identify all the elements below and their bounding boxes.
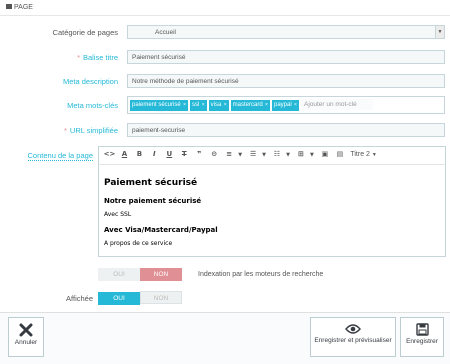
keyword-tag[interactable]: visa × [208,100,229,111]
chevron-down-icon[interactable]: ▼ [284,152,293,158]
content-paragraph: A propos de ce service [104,240,173,247]
save-icon [415,323,429,336]
page-icon [6,4,12,9]
eye-icon [345,324,361,334]
bullet-list-icon[interactable]: ☰ [247,150,260,158]
keyword-input[interactable]: Ajouter un mot-clé [300,99,373,110]
save-button[interactable]: Enregistrer [400,317,444,357]
display-toggle[interactable]: OUI NON [98,291,183,305]
panel-title: PAGE [14,4,33,11]
numbered-list-icon[interactable]: ☷ [271,150,284,158]
format-select[interactable]: Titre 2 ▼ [350,151,376,158]
bold-icon[interactable]: B [133,150,146,158]
keyword-tag[interactable]: paypal × [271,100,299,111]
keyword-tag[interactable]: paiement sécurisé × [130,100,189,111]
content-heading-3: Avec Visa/Mastercard/Paypal [104,226,218,234]
meta-keywords-field[interactable]: paiement sécurisé × ssl × visa × mastercard… [127,96,445,114]
url-label: * URL simplifiée [64,126,118,135]
indexation-help: Indexation par les moteurs de recherche [198,271,324,278]
underline-icon[interactable]: U [163,150,176,158]
display-no[interactable]: NON [140,291,182,304]
remove-tag-icon[interactable]: × [200,102,205,108]
indexation-toggle[interactable]: OUI NON [98,268,183,281]
rich-text-editor[interactable]: <> A B I U T ❞ ⊝ ≡ ▼ ☰ ▼ ☷ ▼ ⊞ ▼ ▣ ▤ Titre 2… [98,146,446,257]
remove-tag-icon[interactable]: × [222,102,227,108]
indexation-no[interactable]: NON [140,268,182,281]
indexation-yes[interactable]: OUI [98,268,140,281]
required-marker: * [64,126,67,135]
close-icon [19,323,33,337]
content-paragraph: Avec SSL [104,211,132,218]
form-footer: Annuler Enregistrer et prévisualiser Enr… [0,312,450,364]
source-code-icon[interactable]: <> [103,150,116,158]
save-and-preview-button[interactable]: Enregistrer et prévisualiser [310,317,396,357]
required-marker: * [77,53,80,62]
keyword-tag[interactable]: mastercard × [230,100,270,111]
editor-toolbar: <> A B I U T ❞ ⊝ ≡ ▼ ☰ ▼ ☷ ▼ ⊞ ▼ ▣ ▤ Titre 2… [99,147,445,165]
remove-tag-icon[interactable]: × [293,102,297,108]
meta-description-label: Meta description [62,77,118,86]
content-heading-1: Paiement sécurisé [104,178,198,188]
keyword-tag[interactable]: ssl × [190,100,207,111]
category-select[interactable]: Accueil ▼ [127,25,445,39]
blockquote-icon[interactable]: ❞ [193,150,206,158]
category-value: Accueil [155,29,176,36]
url-input[interactable]: paiement-securise [127,123,445,137]
cancel-button[interactable]: Annuler [8,317,44,357]
link-icon[interactable]: ⊝ [208,150,221,158]
meta-description-input[interactable]: Notre méthode de paiement sécurisé [127,74,445,88]
title-input[interactable]: Paiement sécurisé [127,50,445,64]
meta-keywords-label: Meta mots-clés [67,101,118,110]
content-heading-3: Notre paiement sécurisé [104,197,202,205]
content-label: Contenu de la page [27,151,93,161]
table-icon[interactable]: ⊞ [294,150,307,158]
chevron-down-icon[interactable]: ▼ [236,152,245,158]
editor-content[interactable]: Paiement sécurisé Notre paiement sécuris… [99,165,445,247]
strikethrough-icon[interactable]: T [178,150,191,158]
remove-tag-icon[interactable]: × [264,102,268,108]
chevron-down-icon[interactable]: ▼ [307,152,316,158]
display-yes[interactable]: OUI [98,292,140,305]
title-label: * Balise titre [77,53,118,62]
image-icon[interactable]: ▣ [318,150,331,158]
align-icon[interactable]: ≡ [223,150,236,158]
category-label: Catégorie de pages [52,28,118,37]
display-label: Affichée [66,294,93,303]
chevron-down-icon[interactable]: ▼ [260,152,269,158]
media-icon[interactable]: ▤ [333,150,346,158]
remove-tag-icon[interactable]: × [182,102,186,108]
panel-header: PAGE [0,0,450,16]
chevron-down-icon[interactable]: ▼ [435,26,444,38]
italic-icon[interactable]: I [148,150,161,158]
text-color-icon[interactable]: A [118,150,131,158]
